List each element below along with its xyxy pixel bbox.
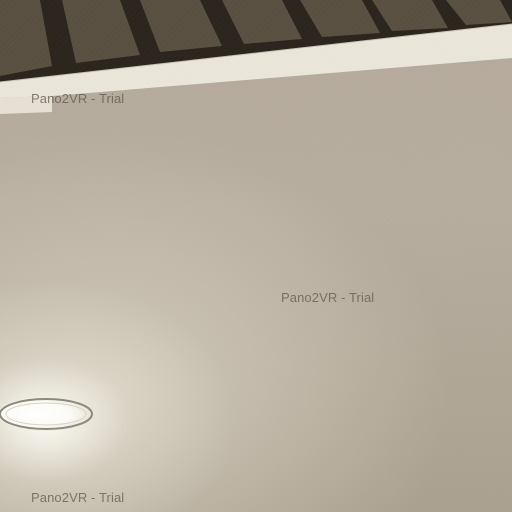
panorama-view[interactable]: Pano2VR - Trial Pano2VR - Trial Pano2VR …: [0, 0, 512, 512]
watermark-text: Pano2VR - Trial: [31, 490, 125, 505]
ceiling-light: [0, 392, 98, 440]
watermark-text: Pano2VR - Trial: [31, 91, 125, 106]
watermark-text: Pano2VR - Trial: [281, 290, 375, 305]
